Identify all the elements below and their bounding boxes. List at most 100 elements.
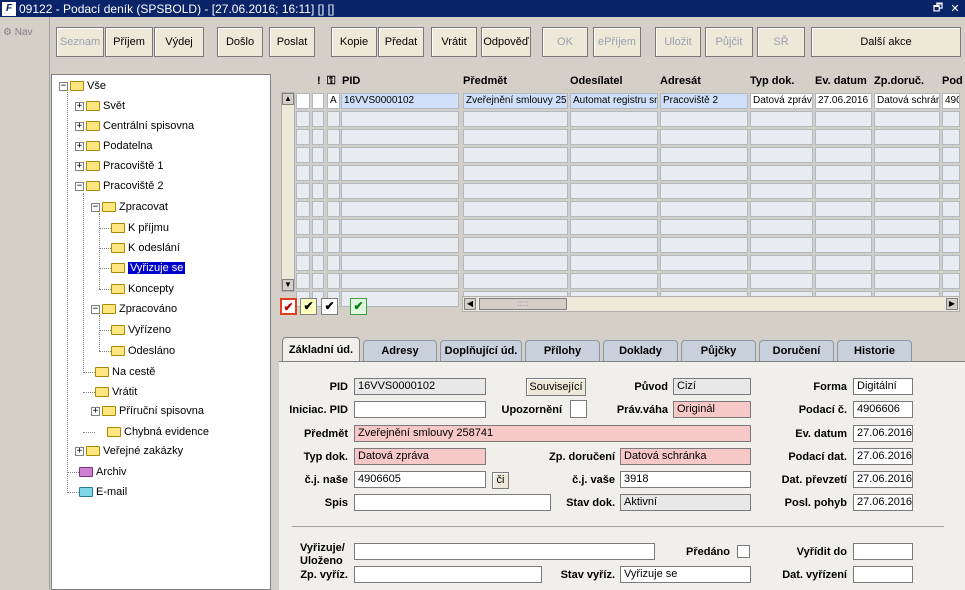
collapse-icon[interactable]: − (59, 81, 68, 91)
dat-prevzeti-field[interactable]: 27.06.2016 (853, 471, 913, 488)
close-icon[interactable]: ✕ (948, 2, 962, 15)
table-cell[interactable] (660, 129, 748, 145)
nav-button[interactable]: ⚙ Nav (3, 27, 33, 38)
grid-hscrollbar[interactable]: ◀ ::::: ▶ (462, 296, 960, 312)
table-cell[interactable] (660, 237, 748, 253)
filter-white-checkbox[interactable]: ✔ (321, 298, 338, 315)
row-select-checkbox[interactable] (296, 201, 310, 217)
tree-node-centralni-spisovna[interactable]: + Centrální spisovna (75, 118, 194, 134)
table-cell[interactable] (815, 255, 872, 271)
typ-dok-field[interactable]: Datová zpráva (354, 448, 486, 465)
dat-vyrizeni-field[interactable] (853, 566, 913, 583)
vratit-button[interactable]: Vrátit (431, 27, 477, 57)
poslat-button[interactable]: Poslat (269, 27, 315, 57)
tab-adresy[interactable]: Adresy (363, 340, 437, 361)
odpoved-button[interactable]: Odpověď (481, 27, 531, 57)
col-header-ev-datum[interactable]: Ev. datum (815, 75, 867, 87)
pujcit-button[interactable]: Půjčit (705, 27, 753, 57)
predano-checkbox[interactable] (737, 545, 750, 558)
expand-icon[interactable]: + (75, 141, 84, 151)
table-cell[interactable] (660, 165, 748, 181)
table-cell[interactable] (327, 201, 340, 217)
col-header-predmet[interactable]: Předmět (463, 75, 507, 87)
table-cell[interactable] (570, 273, 658, 289)
doslo-button[interactable]: Došlo (217, 27, 263, 57)
table-cell[interactable] (570, 201, 658, 217)
col-header-pid[interactable]: PID (342, 75, 360, 87)
table-cell[interactable] (815, 201, 872, 217)
scroll-right-icon[interactable]: ▶ (946, 298, 958, 310)
table-cell[interactable]: Zveřejnění smlouvy 258741 (463, 93, 568, 109)
table-cell[interactable] (312, 273, 324, 289)
table-cell[interactable] (942, 183, 960, 199)
table-cell[interactable] (570, 183, 658, 199)
tab-pujcky[interactable]: Půjčky (681, 340, 756, 361)
cj-vase-field[interactable]: 3918 (620, 471, 751, 488)
filter-red-checkbox[interactable]: ✔ (280, 298, 297, 315)
zp-doruceni-field[interactable]: Datová schránka (620, 448, 751, 465)
table-cell[interactable] (750, 255, 813, 271)
table-cell[interactable] (570, 129, 658, 145)
table-cell[interactable] (815, 111, 872, 127)
table-cell[interactable]: 27.06.2016 (815, 93, 872, 109)
table-cell[interactable] (750, 111, 813, 127)
table-cell[interactable] (570, 237, 658, 253)
table-cell[interactable] (874, 201, 940, 217)
table-cell[interactable] (327, 165, 340, 181)
table-cell[interactable] (312, 219, 324, 235)
table-cell[interactable] (341, 255, 459, 271)
tree-node-prirucni-spisovna[interactable]: + Příruční spisovna (91, 403, 204, 419)
table-cell[interactable] (312, 111, 324, 127)
puvod-field[interactable]: Cizí (673, 378, 751, 395)
row-select-checkbox[interactable] (296, 273, 310, 289)
table-cell[interactable] (312, 237, 324, 253)
col-header-priority[interactable]: ! (317, 75, 321, 87)
table-cell[interactable] (341, 183, 459, 199)
vyrizuje-field[interactable] (354, 543, 655, 560)
expand-icon[interactable]: + (75, 446, 84, 456)
ok-button[interactable]: OK (542, 27, 588, 57)
hscroll-thumb[interactable]: ::::: (479, 298, 567, 310)
dalsi-akce-button[interactable]: Další akce (811, 27, 961, 57)
tree-node-zpracovat[interactable]: − Zpracovat (91, 199, 168, 215)
table-cell[interactable] (341, 111, 459, 127)
table-cell[interactable] (660, 273, 748, 289)
table-cell[interactable] (327, 255, 340, 271)
row-select-checkbox[interactable] (296, 219, 310, 235)
table-cell[interactable] (660, 201, 748, 217)
table-cell[interactable] (942, 129, 960, 145)
tab-doplnujici-ud[interactable]: Doplňující úd. (440, 340, 522, 361)
table-cell[interactable] (463, 111, 568, 127)
table-cell[interactable] (942, 111, 960, 127)
table-cell[interactable] (874, 255, 940, 271)
table-cell[interactable] (312, 255, 324, 271)
stav-dok-field[interactable]: Aktivní (620, 494, 751, 511)
tree-node-vyrizuje-se[interactable]: Vyřizuje se (111, 260, 186, 276)
table-cell[interactable] (815, 147, 872, 163)
table-cell[interactable] (341, 237, 459, 253)
table-cell[interactable] (874, 129, 940, 145)
table-cell[interactable] (874, 183, 940, 199)
table-cell[interactable] (341, 165, 459, 181)
restore-icon[interactable]: 🗗 (931, 0, 945, 18)
col-header-odesilatel[interactable]: Odesílatel (570, 75, 623, 87)
tree-node-k-prijmu[interactable]: K příjmu (111, 220, 169, 236)
ci-button[interactable]: či (492, 472, 509, 489)
col-header-typ-dok[interactable]: Typ dok. (750, 75, 794, 87)
table-cell[interactable] (312, 201, 324, 217)
row-select-checkbox[interactable] (296, 129, 310, 145)
table-cell[interactable] (463, 147, 568, 163)
table-cell[interactable] (341, 129, 459, 145)
table-cell[interactable] (312, 147, 324, 163)
table-cell[interactable] (942, 165, 960, 181)
tab-historie[interactable]: Historie (837, 340, 912, 361)
table-cell[interactable]: 4906606 (942, 93, 960, 109)
scroll-up-icon[interactable]: ▲ (282, 93, 294, 105)
table-cell[interactable] (463, 129, 568, 145)
tree-node-pracoviste-1[interactable]: + Pracoviště 1 (75, 158, 164, 174)
table-cell[interactable] (463, 237, 568, 253)
table-cell[interactable] (874, 219, 940, 235)
table-cell[interactable]: Automat registru smluv (570, 93, 658, 109)
table-cell[interactable] (312, 165, 324, 181)
spis-field[interactable] (354, 494, 551, 511)
